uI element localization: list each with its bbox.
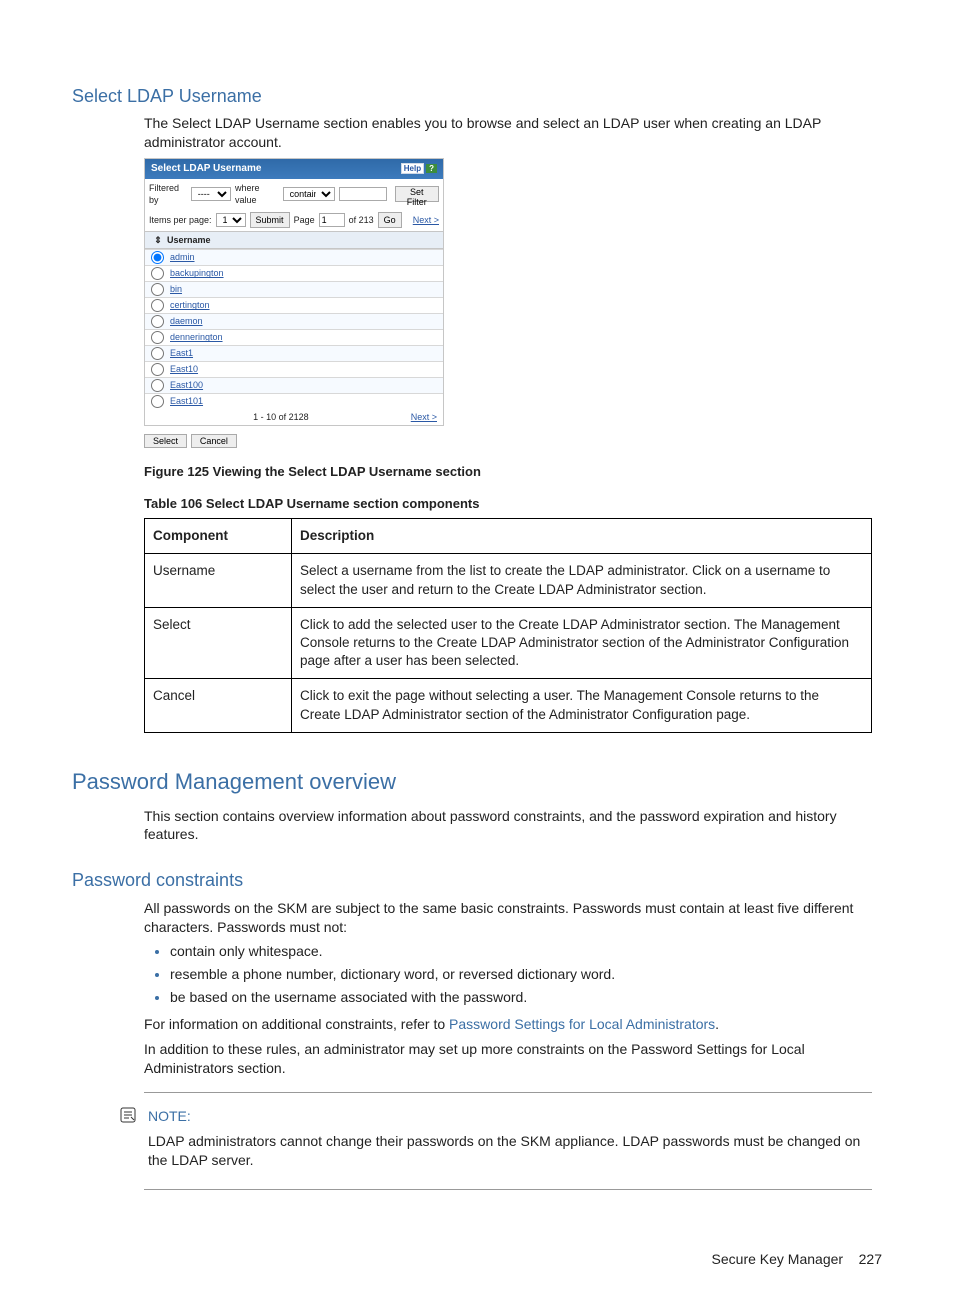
username-link[interactable]: East10 bbox=[170, 363, 198, 375]
table-row: dennerington bbox=[145, 329, 443, 345]
td-component: Username bbox=[145, 554, 292, 607]
next-link-bottom[interactable]: Next > bbox=[411, 411, 437, 423]
footer-page: 227 bbox=[859, 1251, 882, 1267]
set-filter-button[interactable]: Set Filter bbox=[395, 186, 439, 202]
note-icon bbox=[120, 1107, 136, 1128]
username-link[interactable]: backupington bbox=[170, 267, 224, 279]
list-item: contain only whitespace. bbox=[170, 942, 872, 961]
username-link[interactable]: certington bbox=[170, 299, 210, 311]
go-button[interactable]: Go bbox=[378, 212, 402, 228]
note-text: LDAP administrators cannot change their … bbox=[148, 1132, 872, 1170]
row-radio[interactable] bbox=[151, 299, 164, 312]
paragraph: For information on additional constraint… bbox=[144, 1015, 872, 1034]
row-radio[interactable] bbox=[151, 379, 164, 392]
items-per-page-label: Items per page: bbox=[149, 214, 212, 226]
table-row: Username Select a username from the list… bbox=[145, 554, 872, 607]
section-heading-password-constraints: Password constraints bbox=[72, 868, 882, 892]
select-button[interactable]: Select bbox=[144, 434, 187, 448]
table-row: Select Click to add the selected user to… bbox=[145, 607, 872, 679]
username-link[interactable]: dennerington bbox=[170, 331, 223, 343]
row-radio[interactable] bbox=[151, 283, 164, 296]
help-link[interactable]: Help bbox=[401, 163, 424, 174]
row-radio[interactable] bbox=[151, 251, 164, 264]
username-link[interactable]: East101 bbox=[170, 395, 203, 407]
username-link[interactable]: admin bbox=[170, 251, 195, 263]
row-radio[interactable] bbox=[151, 363, 164, 376]
table-row: East1 bbox=[145, 345, 443, 361]
table-row: Cancel Click to exit the page without se… bbox=[145, 679, 872, 732]
items-per-page-select[interactable]: 10 bbox=[216, 213, 246, 227]
table-row: bin bbox=[145, 281, 443, 297]
components-table: Component Description Username Select a … bbox=[144, 518, 872, 733]
figure-caption: Figure 125 Viewing the Select LDAP Usern… bbox=[144, 463, 872, 481]
footer-product: Secure Key Manager bbox=[712, 1251, 844, 1267]
help-icon[interactable]: ? bbox=[426, 164, 437, 173]
sort-icon[interactable]: ⇕ bbox=[149, 234, 167, 246]
username-link[interactable]: East100 bbox=[170, 379, 203, 391]
username-link[interactable]: bin bbox=[170, 283, 182, 295]
row-radio[interactable] bbox=[151, 267, 164, 280]
of-pages-label: of 213 bbox=[349, 214, 374, 226]
row-radio[interactable] bbox=[151, 395, 164, 408]
mini-rows: admin backupington bin certington daemon… bbox=[145, 249, 443, 409]
table-row: backupington bbox=[145, 265, 443, 281]
td-description: Click to add the selected user to the Cr… bbox=[292, 607, 872, 679]
table-row: East100 bbox=[145, 377, 443, 393]
page-label: Page bbox=[294, 214, 315, 226]
paragraph: All passwords on the SKM are subject to … bbox=[144, 899, 872, 937]
td-component: Cancel bbox=[145, 679, 292, 732]
td-description: Click to exit the page without selecting… bbox=[292, 679, 872, 732]
section-heading-password-mgmt: Password Management overview bbox=[72, 767, 882, 797]
range-label: 1 - 10 of 2128 bbox=[253, 411, 309, 423]
td-component: Select bbox=[145, 607, 292, 679]
table-row: daemon bbox=[145, 313, 443, 329]
paragraph: In addition to these rules, an administr… bbox=[144, 1040, 872, 1078]
constraint-list: contain only whitespace. resemble a phon… bbox=[156, 942, 872, 1007]
filter-value-input[interactable] bbox=[339, 187, 387, 201]
row-radio[interactable] bbox=[151, 315, 164, 328]
section-heading-select-ldap: Select LDAP Username bbox=[72, 84, 882, 108]
divider bbox=[144, 1092, 872, 1093]
table-row: certington bbox=[145, 297, 443, 313]
row-radio[interactable] bbox=[151, 347, 164, 360]
table-row: East101 bbox=[145, 393, 443, 409]
ldap-screenshot: Select LDAP Username Help? Filtered by -… bbox=[144, 158, 444, 426]
th-component: Component bbox=[145, 519, 292, 554]
page-footer: Secure Key Manager 227 bbox=[72, 1250, 882, 1269]
filtered-by-label: Filtered by bbox=[149, 182, 187, 206]
divider bbox=[144, 1189, 872, 1190]
table-row: admin bbox=[145, 249, 443, 265]
where-value-label: where value bbox=[235, 182, 279, 206]
table-row: East10 bbox=[145, 361, 443, 377]
list-item: resemble a phone number, dictionary word… bbox=[170, 965, 872, 984]
filter-field-select[interactable]: ---- bbox=[191, 187, 231, 201]
next-link-top[interactable]: Next > bbox=[413, 214, 439, 226]
page-input[interactable] bbox=[319, 213, 345, 227]
note-label: NOTE: bbox=[148, 1107, 872, 1126]
section-intro: This section contains overview informati… bbox=[144, 807, 872, 845]
row-radio[interactable] bbox=[151, 331, 164, 344]
submit-button[interactable]: Submit bbox=[250, 212, 290, 228]
td-description: Select a username from the list to creat… bbox=[292, 554, 872, 607]
th-description: Description bbox=[292, 519, 872, 554]
username-link[interactable]: daemon bbox=[170, 315, 203, 327]
section-intro: The Select LDAP Username section enables… bbox=[144, 114, 872, 152]
list-item: be based on the username associated with… bbox=[170, 988, 872, 1007]
username-link[interactable]: East1 bbox=[170, 347, 193, 359]
password-settings-link[interactable]: Password Settings for Local Administrato… bbox=[449, 1016, 715, 1032]
filter-op-select[interactable]: contains bbox=[283, 187, 335, 201]
cancel-button[interactable]: Cancel bbox=[191, 434, 237, 448]
table-caption: Table 106 Select LDAP Username section c… bbox=[144, 495, 872, 513]
mini-title: Select LDAP Username bbox=[151, 162, 261, 176]
col-username[interactable]: Username bbox=[167, 234, 211, 246]
